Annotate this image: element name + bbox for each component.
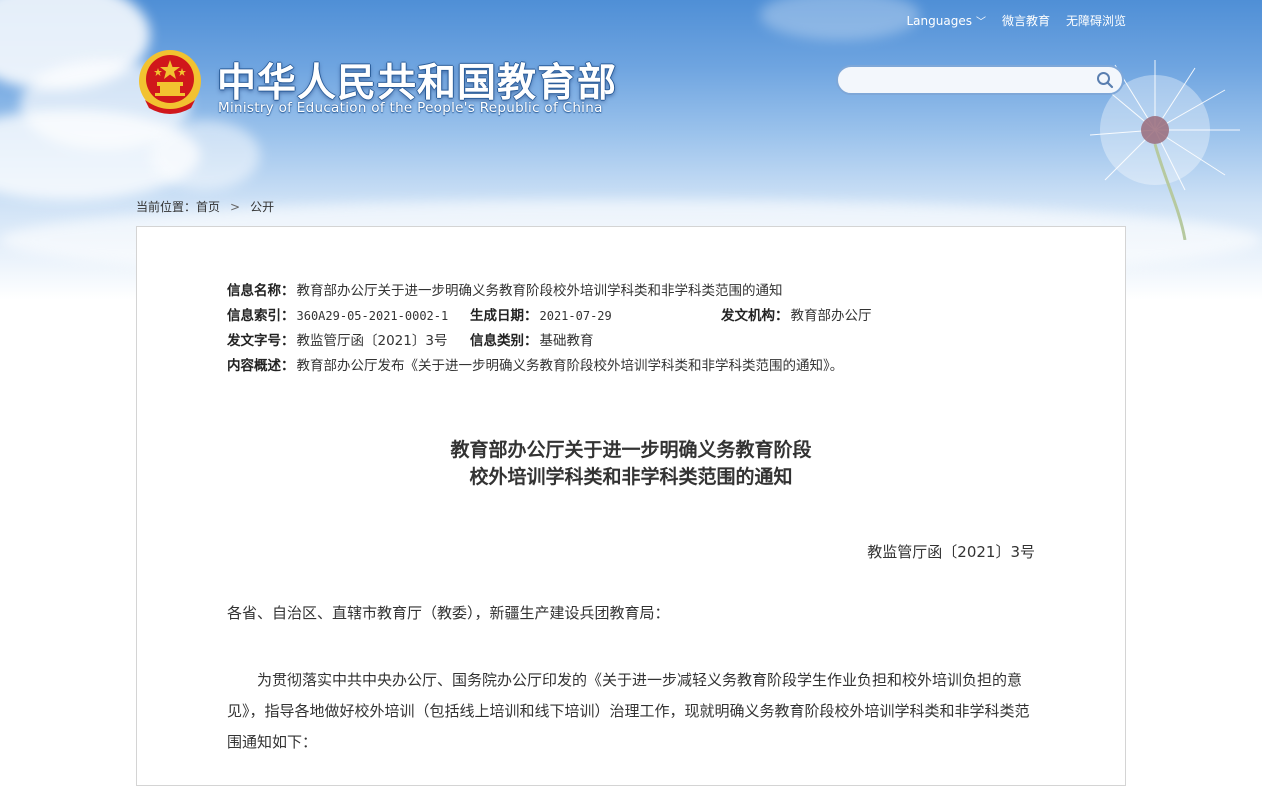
meta-index-value: 360A29-05-2021-0002-1	[296, 309, 449, 323]
meta-docno-value: 教监管厅函〔2021〕3号	[296, 333, 448, 349]
meta-org-label: 发文机构：	[721, 308, 789, 324]
languages-label: Languages	[906, 14, 972, 28]
meta-category-value: 基础教育	[539, 333, 594, 349]
meta-row-docno: 发文字号： 教监管厅函〔2021〕3号 信息类别： 基础教育	[227, 329, 843, 354]
meta-index-label: 信息索引：	[227, 308, 295, 324]
meta-row-index: 信息索引： 360A29-05-2021-0002-1 生成日期： 2021-07-…	[227, 304, 872, 329]
search-input[interactable]	[850, 67, 1094, 95]
meta-category-label: 信息类别：	[470, 333, 538, 349]
chevron-down-icon: ﹀	[975, 17, 986, 28]
document-title: 教育部办公厅关于进一步明确义务教育阶段 校外培训学科类和非学科类范围的通知	[137, 437, 1125, 491]
accessibility-link[interactable]: 无障碍浏览	[1066, 12, 1126, 29]
breadcrumb-prefix: 当前位置：	[136, 200, 197, 214]
meta-summary-label: 内容概述：	[227, 358, 295, 374]
meta-row-name: 信息名称： 教育部办公厅关于进一步明确义务教育阶段校外培训学科类和非学科类范围的通…	[227, 279, 843, 304]
document-paragraph: 为贯彻落实中共中央办公厅、国务院办公厅印发的《关于进一步减轻义务教育阶段学生作业…	[227, 671, 1030, 751]
article-panel: 信息名称： 教育部办公厅关于进一步明确义务教育阶段校外培训学科类和非学科类范围的通…	[136, 226, 1126, 786]
top-links: Languages ﹀ 微言教育 无障碍浏览	[906, 12, 1126, 29]
meta-date-label: 生成日期：	[470, 308, 538, 324]
site-title-en: Ministry of Education of the People's Re…	[218, 100, 603, 116]
document-title-line2: 校外培训学科类和非学科类范围的通知	[469, 466, 793, 488]
meta-name-value: 教育部办公厅关于进一步明确义务教育阶段校外培训学科类和非学科类范围的通知	[296, 283, 783, 299]
meta-docno-label: 发文字号：	[227, 333, 295, 349]
weiyan-education-link[interactable]: 微言教育	[1002, 12, 1050, 29]
document-title-line1: 教育部办公厅关于进一步明确义务教育阶段	[450, 439, 812, 461]
search-icon[interactable]	[1096, 71, 1114, 89]
search-box	[836, 65, 1124, 95]
breadcrumb-current-link[interactable]: 公开	[250, 200, 274, 214]
meta-date-value: 2021-07-29	[539, 309, 612, 323]
meta-summary-value: 教育部办公厅发布《关于进一步明确义务教育阶段校外培训学科类和非学科类范围的通知》…	[296, 358, 844, 374]
languages-link[interactable]: Languages ﹀	[906, 13, 985, 28]
breadcrumb-separator: >	[230, 200, 241, 214]
meta-row-summary: 内容概述： 教育部办公厅发布《关于进一步明确义务教育阶段校外培训学科类和非学科类范…	[227, 354, 843, 379]
document-meta-table: 信息名称： 教育部办公厅关于进一步明确义务教育阶段校外培训学科类和非学科类范围的通…	[227, 279, 872, 379]
meta-org-value: 教育部办公厅	[790, 308, 872, 324]
breadcrumb-home-link[interactable]: 首页	[196, 200, 220, 214]
meta-name-label: 信息名称：	[227, 283, 295, 299]
document-salutation: 各省、自治区、直辖市教育厅（教委），新疆生产建设兵团教育局：	[227, 604, 670, 622]
document-number: 教监管厅函〔2021〕3号	[867, 543, 1035, 561]
national-emblem-icon[interactable]	[137, 48, 203, 116]
breadcrumb: 当前位置：首页 > 公开	[136, 198, 274, 215]
